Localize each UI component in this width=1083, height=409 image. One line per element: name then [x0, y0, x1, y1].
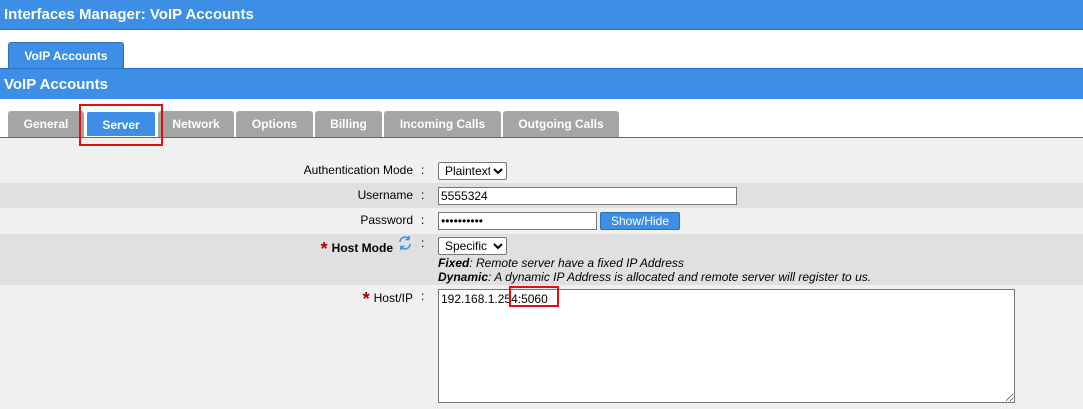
username-input[interactable]: [438, 187, 737, 205]
host-mode-label-text: Host Mode: [331, 241, 393, 255]
colon: :: [421, 213, 425, 227]
form-area: Authentication Mode : Plaintext Username…: [0, 138, 1083, 409]
required-marker: *: [362, 289, 370, 309]
fixed-term: Fixed: [438, 256, 470, 270]
host-ip-label-text: Host/IP: [373, 291, 413, 305]
main-tab-bar: VoIP Accounts: [0, 30, 1083, 68]
dynamic-hint: Dynamic: A dynamic IP Address is allocat…: [438, 270, 871, 284]
tab-general[interactable]: General: [8, 111, 84, 137]
dynamic-desc: : A dynamic IP Address is allocated and …: [488, 270, 872, 284]
colon: :: [421, 289, 425, 303]
tab-incoming-calls[interactable]: Incoming Calls: [384, 111, 501, 137]
host-ip-textarea[interactable]: 192.168.1.254:5060: [438, 289, 1015, 403]
row-password: Password : Show/Hide: [0, 208, 1083, 234]
colon: :: [421, 236, 425, 250]
app-header: Interfaces Manager: VoIP Accounts: [0, 0, 1083, 30]
colon: :: [421, 188, 425, 202]
show-hide-button[interactable]: Show/Hide: [600, 212, 680, 230]
row-host-ip: * Host/IP : 192.168.1.254:5060: [0, 285, 1083, 406]
refresh-icon-svg: [399, 236, 411, 250]
fixed-desc: : Remote server have a fixed IP Address: [469, 256, 684, 270]
host-mode-label: * Host Mode: [321, 239, 393, 260]
password-label: Password: [360, 213, 413, 227]
auth-mode-select[interactable]: Plaintext: [438, 162, 507, 180]
required-marker: *: [320, 239, 328, 259]
section-header: VoIP Accounts: [0, 68, 1083, 100]
host-ip-label: * Host/IP: [363, 289, 413, 310]
tab-voip-accounts[interactable]: VoIP Accounts: [8, 42, 124, 68]
row-host-mode: * Host Mode : Specific Fixed: Remote serv…: [0, 234, 1083, 285]
password-input[interactable]: [438, 212, 597, 230]
username-label: Username: [357, 188, 413, 202]
row-username: Username :: [0, 183, 1083, 208]
colon: :: [421, 163, 425, 177]
tab-options[interactable]: Options: [236, 111, 313, 137]
host-mode-select[interactable]: Specific: [438, 237, 507, 255]
tab-network[interactable]: Network: [158, 111, 234, 137]
fixed-hint: Fixed: Remote server have a fixed IP Add…: [438, 256, 684, 270]
auth-mode-label: Authentication Mode: [303, 163, 413, 177]
tab-billing[interactable]: Billing: [315, 111, 382, 137]
page-title: Interfaces Manager: VoIP Accounts: [4, 6, 254, 23]
section-title: VoIP Accounts: [4, 76, 108, 93]
sub-tab-bar: General Server Network Options Billing I…: [0, 99, 1083, 138]
refresh-icon[interactable]: [398, 235, 412, 254]
tab-outgoing-calls[interactable]: Outgoing Calls: [503, 111, 619, 137]
tab-server[interactable]: Server: [86, 111, 156, 137]
dynamic-term: Dynamic: [438, 270, 489, 284]
row-auth-mode: Authentication Mode : Plaintext: [0, 158, 1083, 182]
